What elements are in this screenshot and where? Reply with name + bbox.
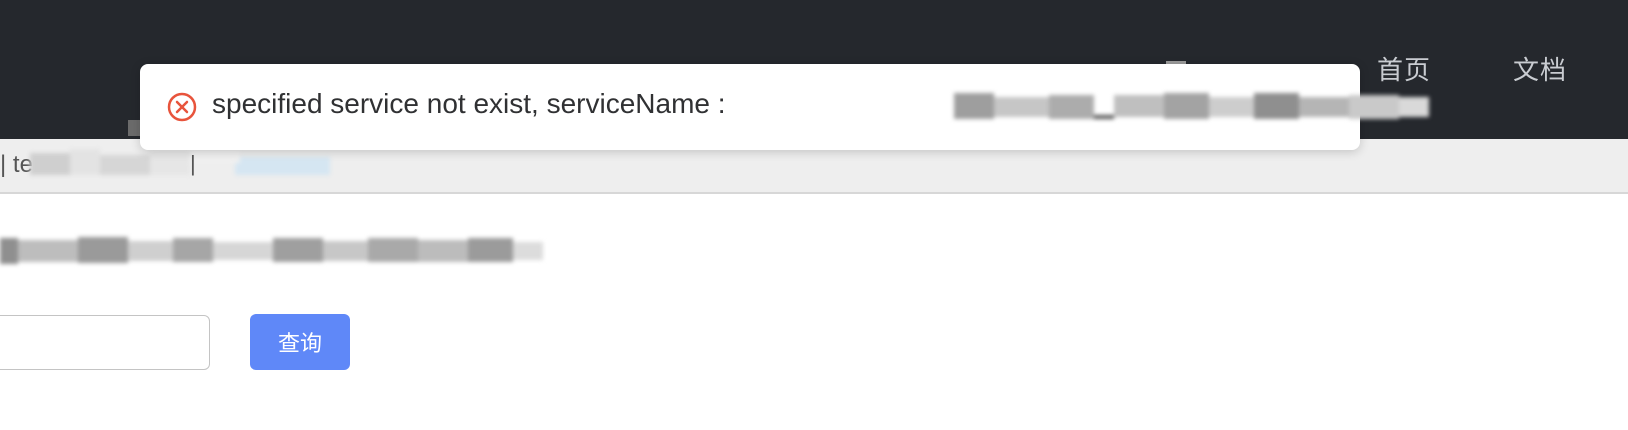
- page: 首页 文档 | te | 查询 specified service not ex…: [0, 0, 1628, 430]
- redacted-id-text: [0, 237, 543, 264]
- breadcrumb-separator: |: [190, 151, 196, 176]
- breadcrumb-prefix: | te: [0, 151, 33, 178]
- nav-docs-link[interactable]: 文档: [1513, 50, 1567, 87]
- search-input[interactable]: [0, 315, 210, 370]
- toast-message: specified service not exist, serviceName…: [212, 88, 726, 119]
- redacted-service-name: [954, 93, 1429, 119]
- error-toast: specified service not exist, serviceName…: [140, 64, 1429, 150]
- query-button[interactable]: 查询: [250, 314, 350, 370]
- nav-home-link[interactable]: 首页: [1377, 50, 1431, 87]
- error-circle-icon: [167, 92, 197, 122]
- redacted-breadcrumb: [30, 149, 330, 175]
